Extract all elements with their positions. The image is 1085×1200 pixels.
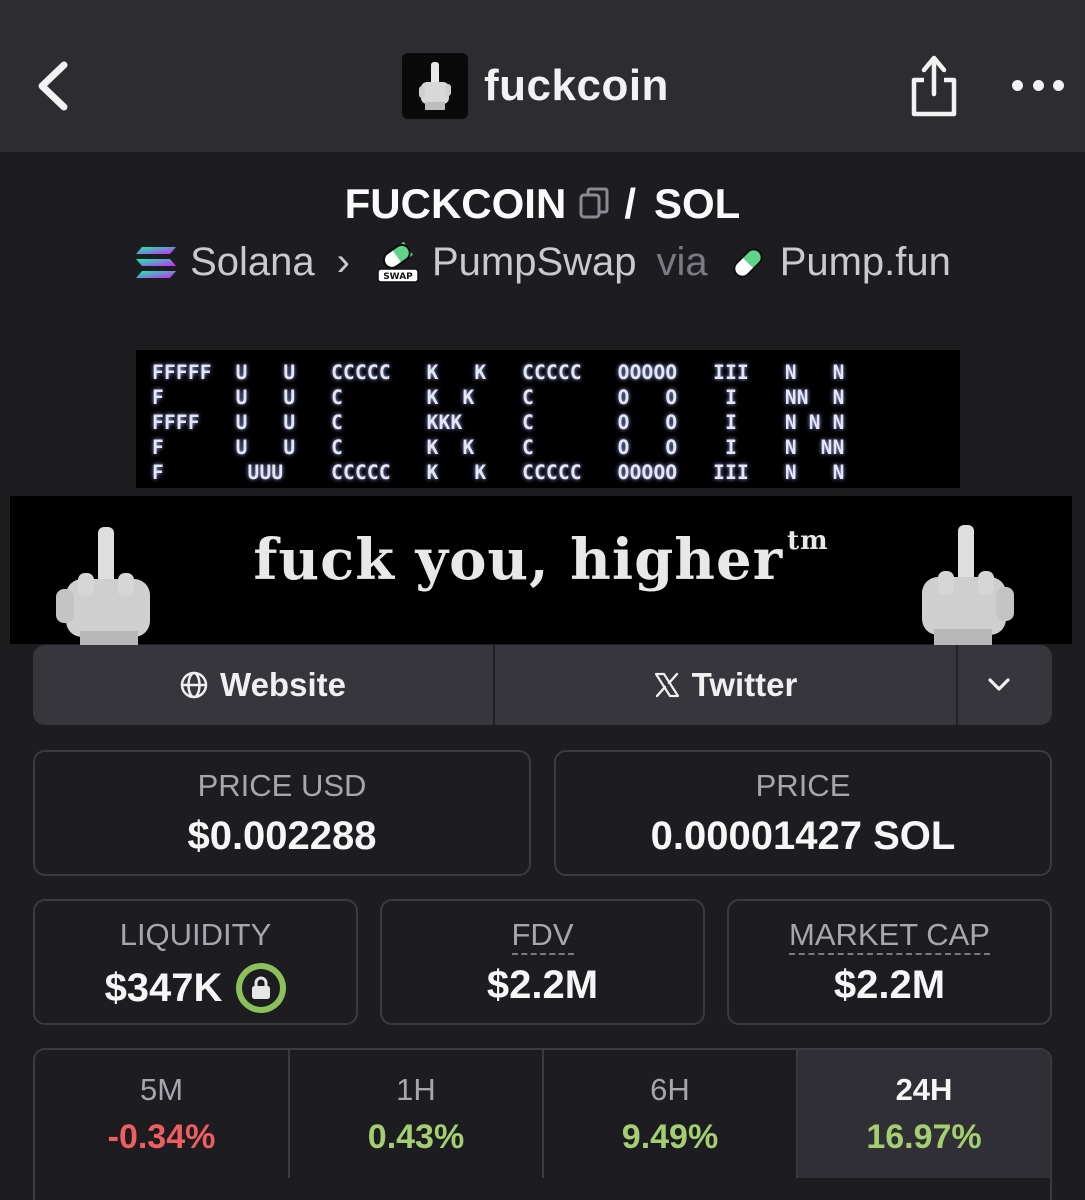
chevron-left-icon xyxy=(38,61,68,111)
pumpswap-icon: SWAP xyxy=(377,241,419,283)
price-change-value: 9.49% xyxy=(621,1118,719,1156)
pair-slash: / xyxy=(624,180,636,227)
ascii-art-text: FFFFF U U CCCCC K K CCCCC OOOOO III N N … xyxy=(152,361,845,484)
top-bar: fuckcoin xyxy=(0,0,1085,152)
liquidity-label: LIQUIDITY xyxy=(119,917,272,952)
tab-label: 24H xyxy=(895,1072,953,1107)
liquidity-lock-badge[interactable] xyxy=(236,963,287,1013)
launchpad-name: Pump.fun xyxy=(779,240,951,284)
breadcrumb-chevron-icon: › xyxy=(336,240,350,284)
token-title: fuckcoin xyxy=(402,53,669,119)
copy-icon[interactable] xyxy=(578,186,610,222)
dex-name: PumpSwap xyxy=(431,240,637,284)
share-icon xyxy=(911,55,957,117)
tab-label: 1H xyxy=(396,1072,436,1107)
back-button[interactable] xyxy=(30,55,80,117)
social-links-bar: Website Twitter xyxy=(33,645,1052,725)
more-links-dropdown[interactable] xyxy=(958,645,1052,725)
price-usd-value: $0.002288 xyxy=(187,814,377,858)
middle-finger-icon xyxy=(419,62,451,110)
solana-icon xyxy=(136,246,177,278)
pair-header: FUCKCOIN / SOL Solana › SWAP PumpSwap vi… xyxy=(0,152,1085,320)
token-banner-image: FFFFF U U CCCCC K K CCCCC OOOOO III N N … xyxy=(0,320,1085,682)
liquidity-value-row: $347K xyxy=(35,963,356,1013)
price-change-value: -0.34% xyxy=(107,1118,216,1156)
lock-icon xyxy=(252,976,271,999)
price-change-value: 0.43% xyxy=(367,1118,465,1156)
fdv-value: $2.2M xyxy=(486,963,599,1007)
tab-6h[interactable]: 6H 9.49% xyxy=(542,1050,796,1178)
token-avatar xyxy=(402,53,468,119)
pair-title: FUCKCOIN / SOL xyxy=(0,180,1085,228)
quote-token-symbol: SOL xyxy=(653,180,741,227)
twitter-label: Twitter xyxy=(691,666,798,703)
breadcrumb: Solana › SWAP PumpSwap via Pump.fun xyxy=(0,240,1085,285)
more-dots-icon xyxy=(1012,79,1023,91)
middle-finger-left-icon xyxy=(56,527,150,647)
middle-finger-right-icon xyxy=(922,525,1014,645)
tab-5m[interactable]: 5M -0.34% xyxy=(35,1050,288,1178)
liquidity-value: $347K xyxy=(104,965,223,1010)
chevron-down-icon xyxy=(988,678,1010,691)
market-cap-value: $2.2M xyxy=(833,963,946,1007)
market-cap-card[interactable]: MARKET CAP $2.2M xyxy=(727,899,1052,1025)
tab-label: 5M xyxy=(139,1072,184,1107)
fdv-label: FDV xyxy=(511,917,574,955)
chain-link[interactable]: Solana xyxy=(134,240,315,285)
via-label: via xyxy=(656,240,708,284)
fdv-card[interactable]: FDV $2.2M xyxy=(380,899,705,1025)
x-logo-icon xyxy=(654,672,679,698)
pill-icon xyxy=(733,247,763,278)
price-change-value: 16.97% xyxy=(866,1118,982,1156)
website-label: Website xyxy=(220,666,346,703)
price-native-value: 0.00001427 SOL xyxy=(650,814,956,858)
liquidity-card: LIQUIDITY $347K xyxy=(33,899,358,1025)
tab-label: 6H xyxy=(650,1072,690,1107)
globe-icon xyxy=(180,671,208,699)
launchpad-link[interactable]: Pump.fun xyxy=(728,240,951,285)
more-options-button[interactable] xyxy=(1012,70,1064,100)
base-token-symbol: FUCKCOIN xyxy=(344,180,567,227)
twitter-button[interactable]: Twitter xyxy=(495,645,958,725)
price-native-card: PRICE 0.00001427 SOL xyxy=(554,750,1052,876)
token-name: fuckcoin xyxy=(484,61,669,110)
website-button[interactable]: Website xyxy=(33,645,495,725)
share-button[interactable] xyxy=(906,52,962,120)
dex-link[interactable]: SWAP PumpSwap xyxy=(376,240,637,285)
market-cap-label: MARKET CAP xyxy=(789,917,990,955)
banner-ascii-art: FFFFF U U CCCCC K K CCCCC OOOOO III N N … xyxy=(136,350,960,488)
tab-24h[interactable]: 24H 16.97% xyxy=(796,1050,1050,1178)
tab-1h[interactable]: 1H 0.43% xyxy=(288,1050,542,1178)
price-native-label: PRICE xyxy=(755,768,851,803)
chain-name: Solana xyxy=(190,240,315,284)
price-usd-card: PRICE USD $0.002288 xyxy=(33,750,531,876)
svg-text:SWAP: SWAP xyxy=(383,272,413,282)
price-usd-label: PRICE USD xyxy=(197,768,367,803)
timeframe-tabs: 5M -0.34% 1H 0.43% 6H 9.49% 24H 16.97% xyxy=(33,1048,1052,1200)
